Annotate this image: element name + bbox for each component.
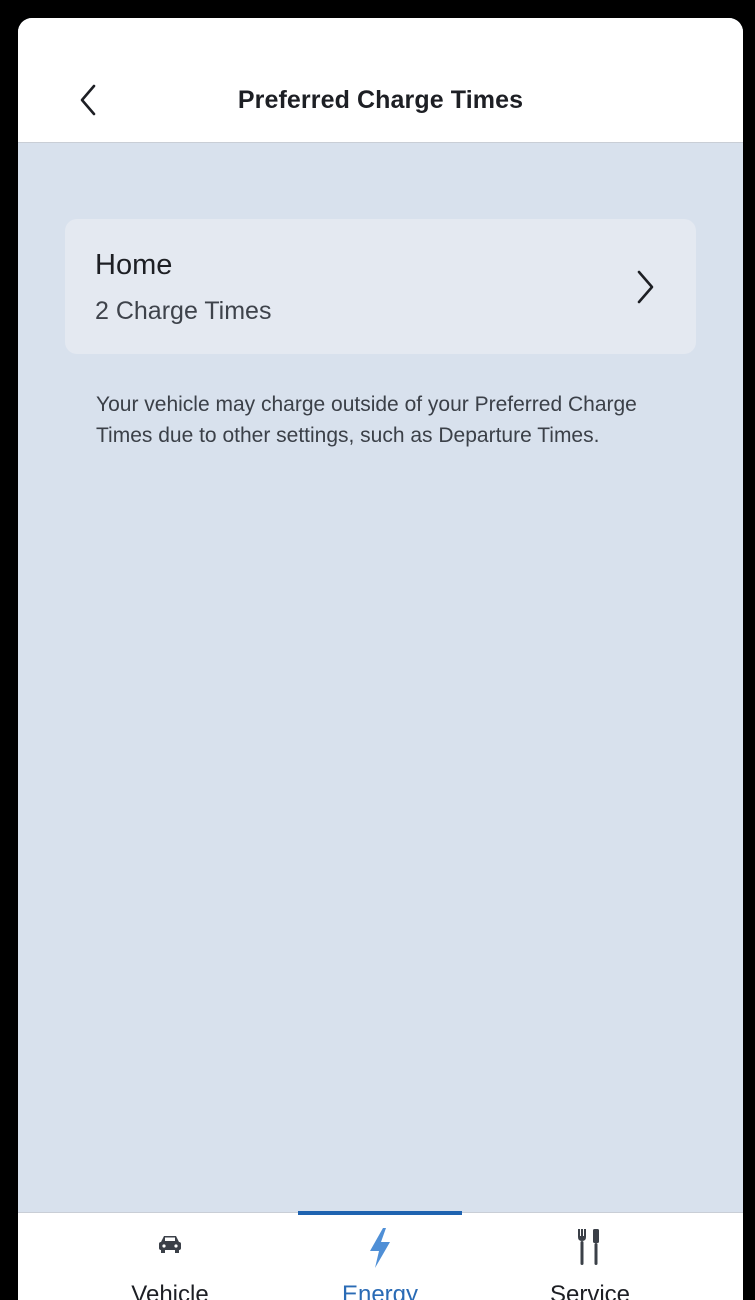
app-screen: Preferred Charge Times Home 2 Charge Tim… [18, 18, 743, 1300]
tab-vehicle[interactable]: Vehicle [88, 1213, 252, 1300]
location-card-home[interactable]: Home 2 Charge Times [65, 219, 696, 354]
bottom-tab-bar: Vehicle Energy Service [18, 1211, 743, 1300]
lightning-bolt-icon [370, 1228, 390, 1268]
tab-label-service: Service [549, 1281, 631, 1300]
tools-icon [578, 1229, 599, 1265]
chevron-right-icon [637, 270, 654, 304]
header-bar: Preferred Charge Times [18, 18, 743, 143]
tab-energy[interactable]: Energy [298, 1213, 462, 1300]
info-note: Your vehicle may charge outside of your … [96, 393, 637, 447]
tab-label-vehicle: Vehicle [131, 1281, 209, 1300]
location-name: Home [95, 249, 173, 281]
page-title: Preferred Charge Times [237, 86, 524, 114]
car-icon [159, 1236, 181, 1253]
tab-service[interactable]: Service [508, 1213, 672, 1300]
tab-label-energy: Energy [341, 1281, 419, 1300]
charge-times-count: 2 Charge Times [95, 297, 272, 325]
